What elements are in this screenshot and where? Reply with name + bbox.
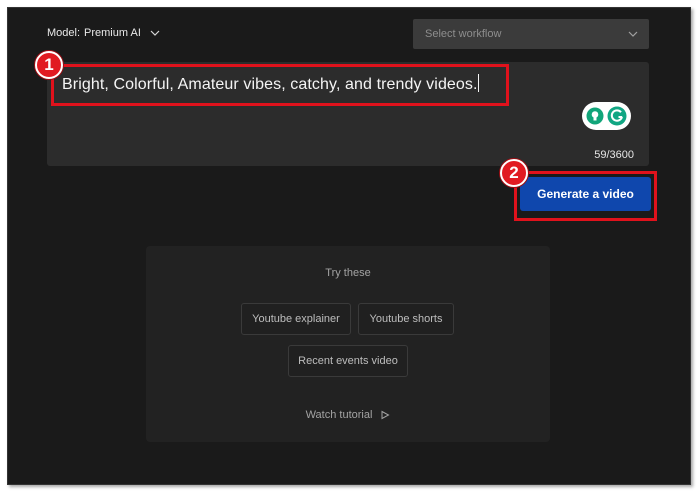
- annotation-highlight-prompt: [51, 64, 509, 106]
- chip-youtube-shorts[interactable]: Youtube shorts: [358, 303, 454, 335]
- chip-recent-events-video[interactable]: Recent events video: [288, 345, 408, 377]
- grammarly-icon[interactable]: [607, 106, 627, 126]
- chip-youtube-explainer[interactable]: Youtube explainer: [241, 303, 351, 335]
- annotation-badge-2: 2: [500, 159, 528, 187]
- chevron-down-icon: [628, 31, 638, 37]
- try-these-panel: Try these Youtube explainer Youtube shor…: [146, 246, 550, 442]
- watch-tutorial-link[interactable]: Watch tutorial: [146, 409, 550, 421]
- watch-tutorial-label: Watch tutorial: [305, 409, 373, 421]
- workflow-placeholder: Select workflow: [425, 28, 502, 40]
- model-value: Premium AI: [84, 27, 141, 39]
- prompt-tools: [582, 102, 631, 130]
- annotation-badge-1: 1: [35, 51, 63, 79]
- model-selector[interactable]: Model: Premium AI: [47, 27, 161, 39]
- chevron-down-icon: [150, 30, 160, 36]
- model-label: Model:: [47, 27, 81, 39]
- play-icon: [381, 410, 390, 420]
- lightbulb-icon[interactable]: [586, 107, 604, 125]
- workflow-select[interactable]: Select workflow: [413, 19, 649, 49]
- char-counter: 59/3600: [594, 149, 634, 161]
- generate-video-button[interactable]: Generate a video: [520, 177, 651, 211]
- try-these-title: Try these: [325, 267, 371, 279]
